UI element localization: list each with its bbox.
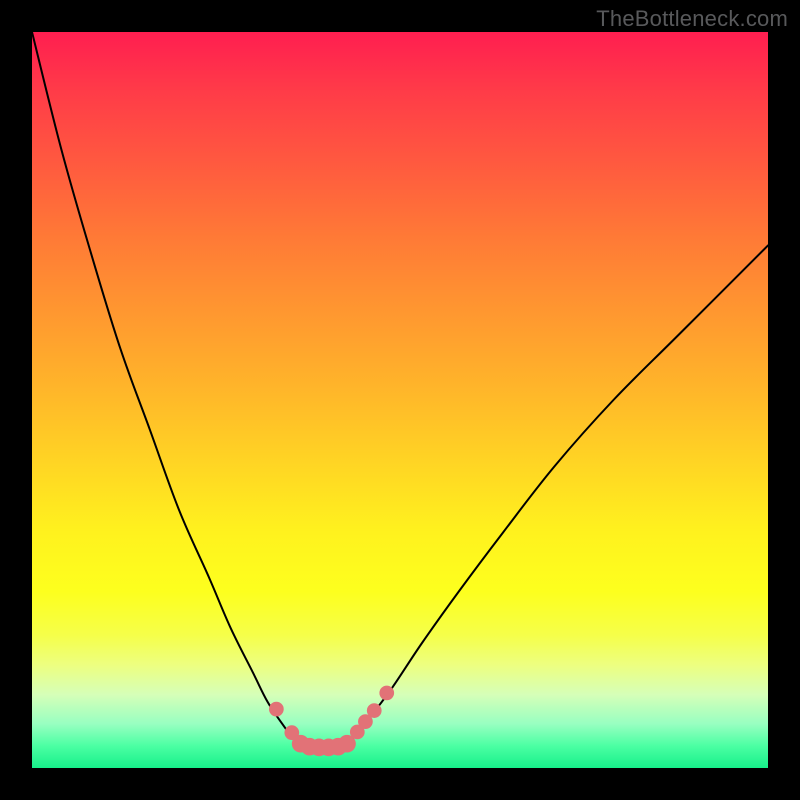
- data-markers: [269, 686, 394, 757]
- watermark-text: TheBottleneck.com: [596, 6, 788, 32]
- curve-left-branch: [32, 32, 299, 744]
- marker-dot: [379, 686, 394, 701]
- chart-svg: [32, 32, 768, 768]
- marker-dot: [367, 703, 382, 718]
- bottleneck-curve: [32, 32, 768, 749]
- curve-right-branch: [346, 245, 768, 744]
- chart-frame: { "watermark": "TheBottleneck.com", "col…: [0, 0, 800, 800]
- marker-dot: [269, 702, 284, 717]
